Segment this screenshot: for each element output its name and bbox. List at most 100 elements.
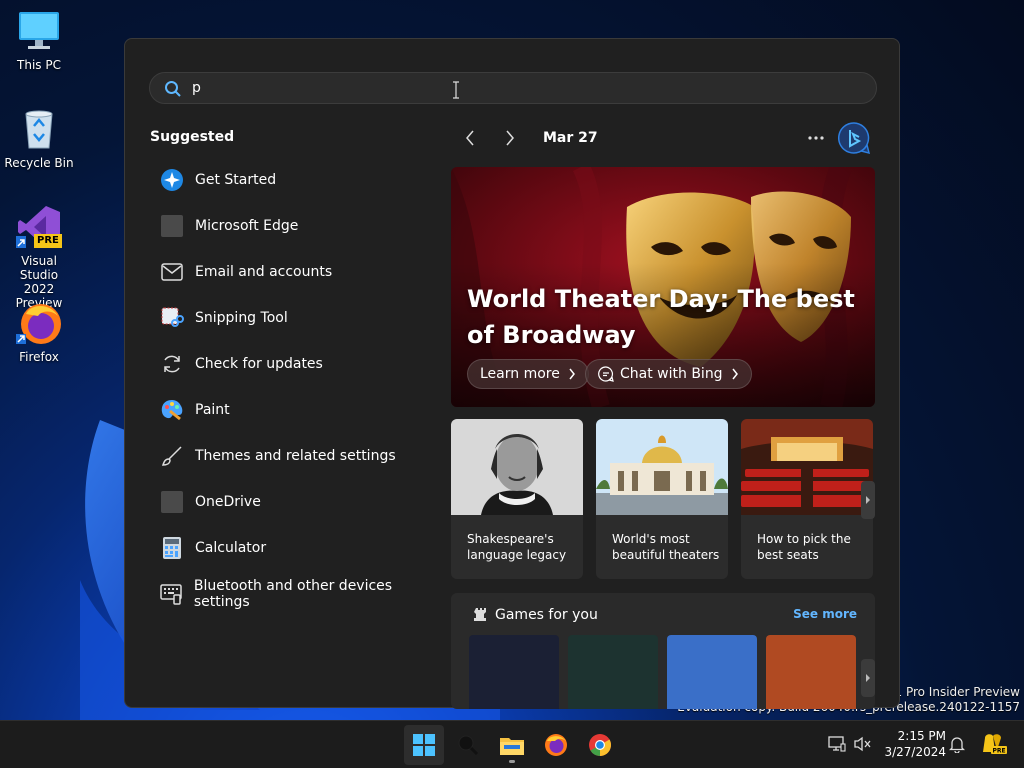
more-options-button[interactable] [805,125,827,147]
notifications-button[interactable] [946,733,968,755]
games-for-you-section: Games for you See more [451,593,875,709]
suggested-item-paint[interactable]: Paint [151,387,441,433]
sync-icon [159,351,185,377]
pre-badge: PRE [34,234,62,248]
suggested-item-onedrive[interactable]: OneDrive [151,479,441,525]
caret-right-icon [866,496,870,504]
search-panel: Suggested Get Started Microsoft Edge Ema… [124,38,900,709]
system-clock[interactable]: 2:15 PM 3/27/2024 [880,728,946,760]
games-scroll-right-button[interactable] [861,659,875,697]
card-best-seats[interactable]: How to pick the best seats [741,419,873,579]
chevron-right-icon [731,368,738,380]
chrome-taskbar-button[interactable] [580,725,620,765]
clock-time: 2:15 PM [897,729,946,743]
bing-icon [838,122,871,155]
suggested-list: Get Started Microsoft Edge Email and acc… [151,157,441,617]
desktop-icon-visual-studio[interactable]: PRE Visual Studio 2022 Preview [4,204,74,310]
hero-highlight-card[interactable]: World Theater Day: The best of Broadway … [451,167,875,407]
chevron-right-icon [506,130,514,146]
suggested-item-microsoft-edge[interactable]: Microsoft Edge [151,203,441,249]
search-icon [458,735,479,756]
chat-with-bing-button[interactable]: Chat with Bing [585,359,752,389]
snipping-tool-icon [159,305,185,331]
suggested-item-label: Check for updates [195,356,323,372]
card-caption: World's most beautiful theaters [612,532,720,562]
mail-icon [159,259,185,285]
palace-of-fine-arts-image [596,419,728,515]
suggested-item-label: Snipping Tool [195,310,288,326]
desktop-icon-label: This PC [17,58,61,72]
suggested-item-label: OneDrive [195,494,261,510]
highlight-cards: Shakespeare's language legacy World's mo… [451,419,875,579]
chevron-right-icon [569,368,575,380]
chevron-left-icon [466,130,474,146]
bing-chat-button[interactable] [837,121,871,155]
cards-scroll-right-button[interactable] [861,481,875,519]
suggested-item-get-started[interactable]: Get Started [151,157,441,203]
learn-more-label: Learn more [480,366,560,382]
start-button[interactable] [404,725,444,765]
onedrive-icon [159,489,185,515]
insider-pre-icon: PRE [983,734,1007,755]
suggested-item-snipping-tool[interactable]: Snipping Tool [151,295,441,341]
svg-text:PRE: PRE [993,748,1006,755]
chess-rook-icon [474,608,486,621]
firefox-icon [16,300,62,346]
volume-muted-icon [854,736,871,752]
chat-with-bing-label: Chat with Bing [620,366,723,382]
suggested-item-label: Email and accounts [195,264,333,280]
desktop-icon-firefox[interactable]: Firefox [4,300,74,364]
search-icon [165,81,181,97]
chat-bubble-icon [598,366,614,382]
suggested-item-check-updates[interactable]: Check for updates [151,341,441,387]
chrome-icon [589,734,611,756]
monitor-icon [16,8,62,54]
card-caption: Shakespeare's language legacy [467,532,567,562]
windows-logo-icon [413,734,435,756]
clock-date: 3/27/2024 [884,745,946,759]
previous-day-button[interactable] [455,125,485,151]
recycle-bin-icon [16,106,62,152]
suggested-item-label: Calculator [195,540,267,556]
suggested-heading: Suggested [150,129,235,145]
shakespeare-portrait-image [451,419,583,515]
next-day-button[interactable] [495,125,525,151]
search-box[interactable] [149,72,877,104]
firefox-taskbar-button[interactable] [536,725,576,765]
suggested-item-email-accounts[interactable]: Email and accounts [151,249,441,295]
calculator-icon [159,535,185,561]
network-tray-button[interactable] [826,733,848,755]
desktop-icon-label: Firefox [19,350,59,364]
hero-title: World Theater Day: The best of Broadway [467,285,855,349]
taskbar: 2:15 PM 3/27/2024 PRE [0,720,1024,768]
firefox-icon [545,734,567,756]
card-shakespeare[interactable]: Shakespeare's language legacy [451,419,583,579]
game-tile[interactable] [568,635,658,709]
suggested-item-label: Paint [195,402,230,418]
paint-icon [159,397,185,423]
devices-icon [159,581,184,607]
desktop-icon-this-pc[interactable]: This PC [4,8,74,72]
game-tile[interactable] [667,635,757,709]
volume-tray-button[interactable] [852,733,874,755]
search-button[interactable] [448,725,488,765]
caret-right-icon [866,674,870,682]
suggested-item-label: Bluetooth and other devices settings [193,578,393,610]
suggested-item-calculator[interactable]: Calculator [151,525,441,571]
see-more-link[interactable]: See more [793,607,857,621]
suggested-item-themes[interactable]: Themes and related settings [151,433,441,479]
suggested-item-bluetooth[interactable]: Bluetooth and other devices settings [151,571,441,617]
file-explorer-button[interactable] [492,725,532,765]
insider-preview-button[interactable]: PRE [980,733,1008,755]
desktop-icon-recycle-bin[interactable]: Recycle Bin [4,106,74,170]
game-tile[interactable] [766,635,856,709]
get-started-icon [159,167,185,193]
card-beautiful-theaters[interactable]: World's most beautiful theaters [596,419,728,579]
learn-more-button[interactable]: Learn more [467,359,589,389]
folder-icon [500,738,524,755]
desktop-icon-label: Recycle Bin [4,156,74,170]
brush-icon [159,443,185,469]
search-input[interactable] [192,77,792,99]
running-indicator [509,760,515,763]
game-tile[interactable] [469,635,559,709]
